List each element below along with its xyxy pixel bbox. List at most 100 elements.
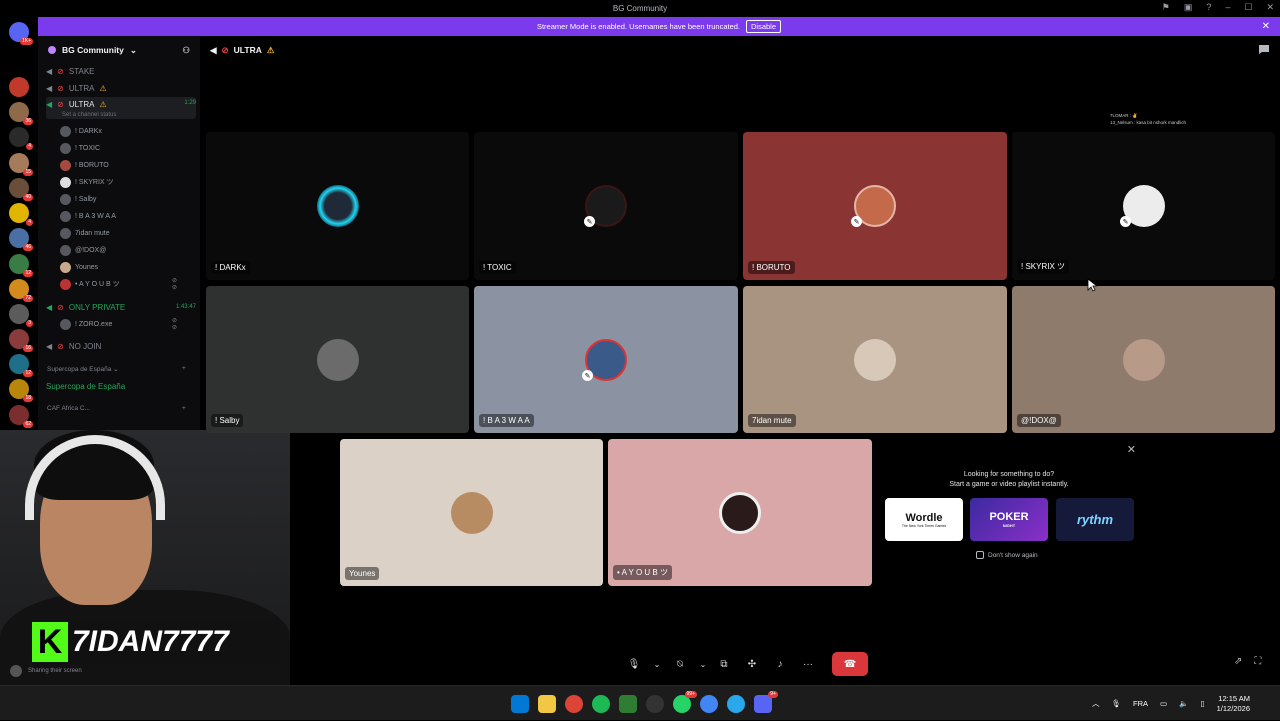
avatar [60, 227, 71, 239]
camera-off-button[interactable]: ⍉ [666, 653, 694, 675]
server-icon[interactable]: 4 [9, 127, 33, 150]
spotify-icon[interactable] [592, 695, 610, 713]
banner-close-icon[interactable]: ✕ [1262, 21, 1270, 32]
participant-tile[interactable]: ✎ ! BORUTO [743, 132, 1007, 280]
voice-user[interactable]: 7idan mute [60, 226, 110, 240]
participant-tile[interactable]: ! DARKx [206, 132, 469, 280]
category-supercopa[interactable]: Supercopa de España ⌄ + [47, 365, 186, 373]
obs-icon[interactable] [646, 695, 664, 713]
server-icon[interactable] [9, 77, 29, 97]
battery-icon[interactable]: ▯ [1200, 699, 1204, 708]
voice-user[interactable]: @!DOX@ [60, 243, 106, 257]
voice-user[interactable]: ! SKYRIX ツ [60, 175, 114, 189]
call-view-controls: ⇗ ⛶ [1234, 656, 1261, 667]
fullscreen-icon[interactable]: ⛶ [1254, 656, 1261, 667]
channel-stake[interactable]: ◀ ⊘ STAKE [46, 63, 196, 79]
channel-supercopa[interactable]: Supercopa de España [46, 378, 196, 394]
telegram-icon[interactable] [727, 695, 745, 713]
server-icon[interactable]: 46 [9, 228, 33, 251]
add-channel-icon[interactable]: + [182, 405, 186, 412]
inbox-icon[interactable]: ⚑ [1162, 2, 1170, 13]
participant-tile[interactable]: ✎ ! B A 3 W A A [474, 286, 738, 433]
kick-app-icon[interactable] [619, 695, 637, 713]
network-icon[interactable]: ▭ [1160, 699, 1167, 708]
participant-tile[interactable]: 7idan mute [743, 286, 1007, 433]
server-icon[interactable]: 15 [9, 153, 33, 176]
screen-share-button[interactable]: ⧉ [712, 653, 736, 675]
category-caf[interactable]: CAF Africa C... + [47, 405, 186, 412]
participant-tile[interactable]: ✎ ! TOXIC [474, 132, 738, 280]
speaker-icon: ◀ [46, 83, 53, 93]
badge: 4 [26, 143, 33, 150]
maximize-icon[interactable]: ☐ [1244, 2, 1252, 13]
mic-icon[interactable]: 🎙 [1112, 699, 1122, 708]
participant-tile[interactable]: @!DOX@ [1012, 286, 1275, 433]
whatsapp-icon[interactable]: 99+ [673, 691, 697, 713]
voice-user[interactable]: Younes [60, 260, 98, 274]
voice-user[interactable]: ! Salby [60, 192, 96, 206]
screen-icon[interactable]: ▣ [1184, 2, 1193, 13]
popout-icon[interactable]: ⇗ [1234, 656, 1242, 667]
wordle-card[interactable]: Wordle The New York Times Games [885, 498, 963, 541]
participant-tile[interactable]: ✎ ! SKYRIX ツ [1012, 132, 1275, 280]
discord-icon[interactable]: 9+ [754, 691, 778, 713]
close-window-icon[interactable]: ✕ [1266, 2, 1274, 13]
server-icon[interactable]: 16 [9, 329, 33, 352]
chat-icon[interactable] [1258, 44, 1270, 55]
server-icon[interactable]: 18 [9, 379, 33, 402]
clock[interactable]: 12:15 AM 1/12/2026 [1217, 694, 1250, 714]
server-icon[interactable]: 12 [9, 254, 33, 277]
minimize-icon[interactable]: – [1225, 2, 1230, 13]
channel-no-join[interactable]: ◀ ⊘ NO JOIN [46, 338, 196, 354]
rythm-card[interactable]: rythm [1056, 498, 1134, 541]
dont-show-again[interactable]: Don't show again [976, 551, 1038, 559]
voice-user[interactable]: ! TOXIC [60, 141, 100, 155]
help-icon[interactable]: ? [1206, 2, 1211, 13]
disable-button[interactable]: Disable [746, 20, 782, 33]
add-channel-icon[interactable]: + [182, 365, 186, 372]
voice-user[interactable]: ! ZORO.exe ⊘ ⊘ [60, 317, 177, 331]
channel-label: ULTRA [68, 83, 95, 93]
file-explorer-icon[interactable] [538, 695, 556, 713]
server-icon[interactable]: 12 [9, 354, 33, 377]
volume-icon[interactable]: 🔈 [1179, 699, 1188, 708]
close-icon[interactable]: ✕ [1127, 443, 1136, 456]
activities-button[interactable]: ✣ [740, 653, 764, 675]
chevron-up-icon[interactable]: ︿ [1092, 698, 1100, 709]
microphone-button[interactable]: 🎙 [620, 653, 648, 675]
poker-card[interactable]: POKER NIGHT [970, 498, 1048, 541]
voice-user[interactable]: ! DARKx [60, 124, 102, 138]
call-header: ◀ ⊘ ULTRA ⚠ [200, 40, 274, 60]
voice-user[interactable]: ! BORUTO [60, 158, 109, 172]
add-member-icon[interactable]: ⚇ [182, 45, 190, 56]
server-icon[interactable]: 3 [9, 304, 33, 327]
avatar[interactable] [10, 665, 22, 677]
dont-show-label: Don't show again [988, 551, 1038, 559]
participant-tile[interactable]: ! Salby [206, 286, 469, 433]
voice-user[interactable]: ! B A 3 W A A [60, 209, 116, 223]
channel-only-private[interactable]: ◀ ⊘ ONLY PRIVATE 1:43:47 [46, 299, 196, 315]
chevron-down-icon[interactable]: ⌄ [652, 653, 662, 675]
more-options-button[interactable]: ··· [796, 653, 820, 675]
channel-ultra[interactable]: ◀ ⊘ ULTRA ⚠ [46, 80, 196, 96]
participant-tile[interactable]: Younes [340, 439, 603, 586]
voice-user[interactable]: • A Y O U B ツ ⊘ ⊘ [60, 277, 177, 291]
language-indicator[interactable]: FRA [1133, 699, 1148, 708]
server-icon[interactable]: 4 [9, 203, 33, 226]
server-icon[interactable]: 62 [9, 405, 33, 428]
kick-logo-icon: K [32, 622, 68, 662]
disconnect-button[interactable]: ☎ [832, 652, 868, 676]
chevron-down-icon[interactable]: ⌄ [698, 653, 708, 675]
server-icon[interactable]: 72 [9, 279, 33, 302]
home-icon[interactable]: 1K+ [9, 22, 33, 45]
server-header[interactable]: BG Community ⌄ ⚇ [38, 36, 200, 64]
chrome-icon[interactable] [565, 695, 583, 713]
soundboard-button[interactable]: ♪ [768, 653, 792, 675]
server-icon[interactable]: 40 [9, 178, 33, 201]
browser-icon[interactable] [700, 695, 718, 713]
start-icon[interactable] [511, 695, 529, 713]
server-icon[interactable]: 36 [9, 102, 33, 125]
channel-status-hint[interactable]: Set a channel status [62, 112, 116, 118]
checkbox[interactable] [976, 551, 984, 559]
participant-tile[interactable]: • A Y O U B ツ [608, 439, 872, 586]
